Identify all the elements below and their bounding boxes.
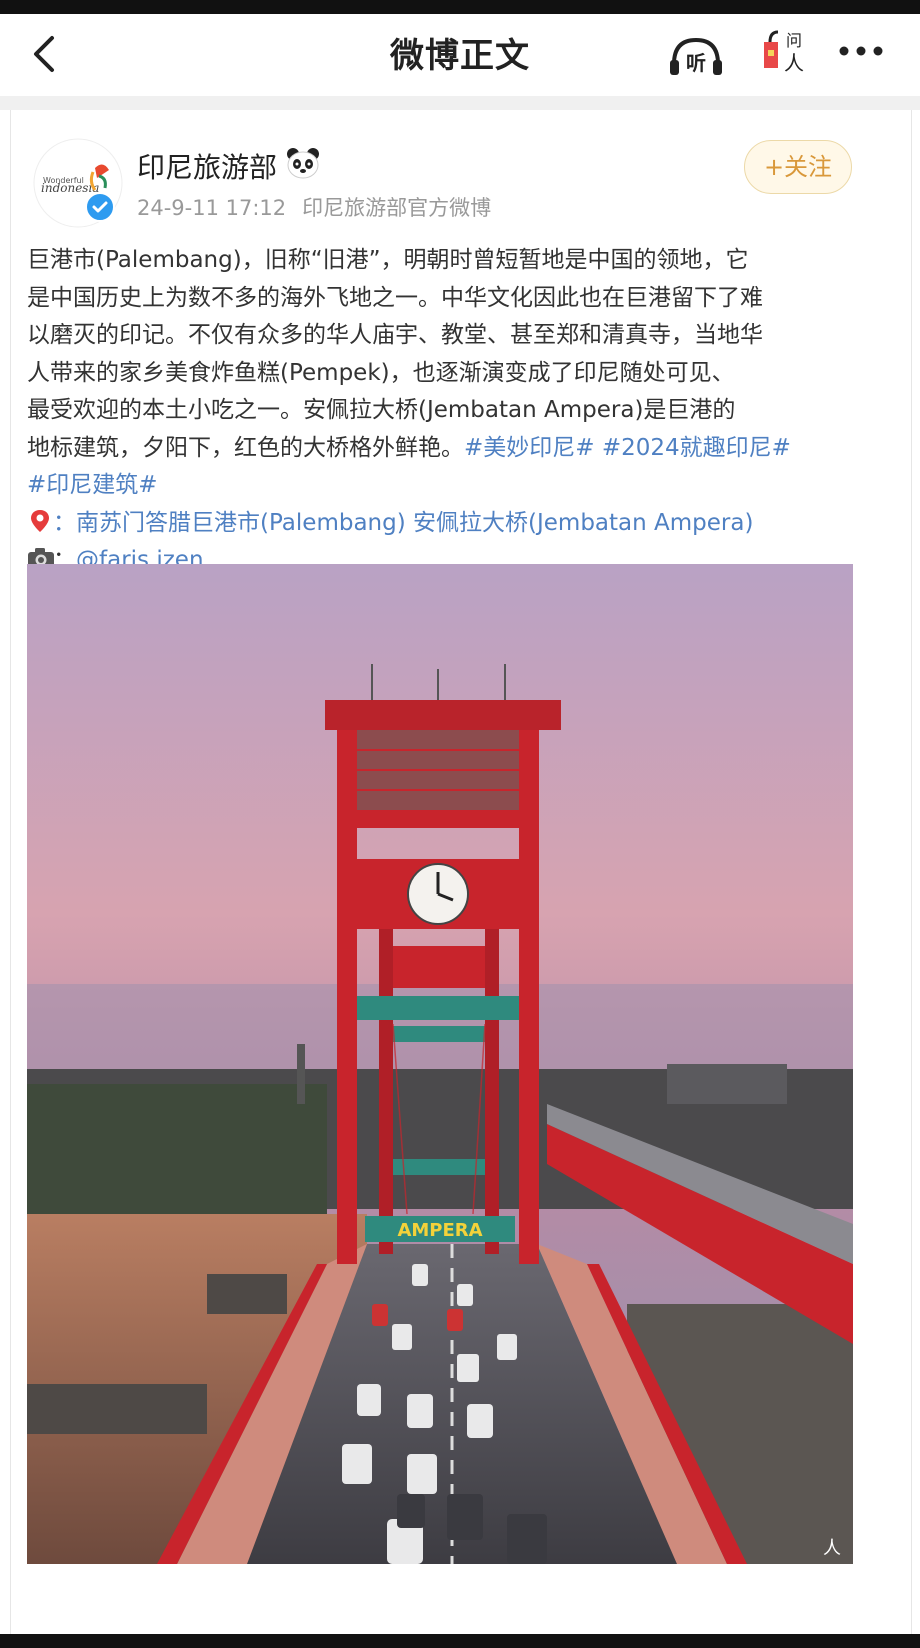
post-text-line: 以磨灭的印记。不仅有众多的华人庙宇、教堂、甚至郑和清真寺，当地华 <box>27 322 763 348</box>
nav-bar: 微博正文 听 问 人 <box>0 14 920 96</box>
post-text-line: #印尼建筑# <box>27 467 873 505</box>
watermark-glyph: 人 <box>823 1538 841 1559</box>
post-source: 印尼旅游部官方微博 <box>302 196 492 220</box>
post-text-segment: 地标建筑，夕阳下，红色的大桥格外鲜艳。 <box>27 434 464 461</box>
topic-tag[interactable]: #印尼建筑# <box>27 472 158 498</box>
headphones-icon: 听 <box>670 37 722 75</box>
post-text-line: 地标建筑，夕阳下，红色的大桥格外鲜艳。#美妙印尼# #2024就趣印尼# <box>27 430 873 468</box>
location-link[interactable]: ：南苏门答腊巨港市(Palembang) 安佩拉大桥(Jembatan Ampe… <box>53 510 753 536</box>
post-timestamp: 24-9-11 17:12 <box>137 196 287 220</box>
author-name[interactable]: 印尼旅游部 <box>137 146 277 186</box>
topic-tag[interactable]: #2024就趣印尼# <box>602 435 791 461</box>
more-button[interactable] <box>836 36 886 66</box>
ask-icon: 问 人 <box>764 30 804 75</box>
post-text-line: 巨港市(Palembang)，旧称“旧港”，明朝时曾短暂地是中国的领地，它 <box>27 247 749 273</box>
svg-text:人: 人 <box>784 51 804 75</box>
post-text-line: 最受欢迎的本土小吃之一。安佩拉大桥(Jembatan Ampera)是巨港的 <box>27 397 736 423</box>
more-dots-icon <box>839 46 883 56</box>
panda-icon <box>285 146 321 180</box>
post-card: Wonderful indonesia 印尼旅游部 24-9-11 17:12 … <box>10 110 912 1634</box>
svg-text:AMPERA: AMPERA <box>397 1220 482 1241</box>
post-text-line: 是中国历史上为数不多的海外飞地之一。中华文化因此也在巨港留下了难 <box>27 284 763 311</box>
divider <box>0 96 920 110</box>
topic-tag[interactable]: #美妙印尼# <box>464 435 595 461</box>
location-pin-icon <box>27 508 53 534</box>
clock-face <box>407 863 469 925</box>
post-photo[interactable]: AMPERA 人 <box>27 564 853 1564</box>
verified-badge <box>85 192 115 222</box>
listen-button[interactable]: 听 <box>666 34 726 78</box>
post-text: 巨港市(Palembang)，旧称“旧港”，明朝时曾短暂地是中国的领地，它 是中… <box>27 242 873 580</box>
phone-screen: 微博正文 听 问 人 Wonderful indonesia 印尼旅游部 24-… <box>0 14 920 1634</box>
ampera-bridge-photo: AMPERA <box>27 564 853 1564</box>
svg-text:听: 听 <box>686 51 706 75</box>
post-meta: 24-9-11 17:12 印尼旅游部官方微博 <box>137 192 491 222</box>
check-icon <box>92 201 108 213</box>
svg-text:问: 问 <box>786 31 802 50</box>
follow-button[interactable]: +关注 <box>744 140 852 194</box>
ask-person-button[interactable]: 问 人 <box>756 26 812 82</box>
post-text-line: 人带来的家乡美食炸鱼糕(Pempek)，也逐渐演变成了印尼随处可见、 <box>27 359 735 386</box>
location-line: ：南苏门答腊巨港市(Palembang) 安佩拉大桥(Jembatan Ampe… <box>27 505 873 543</box>
